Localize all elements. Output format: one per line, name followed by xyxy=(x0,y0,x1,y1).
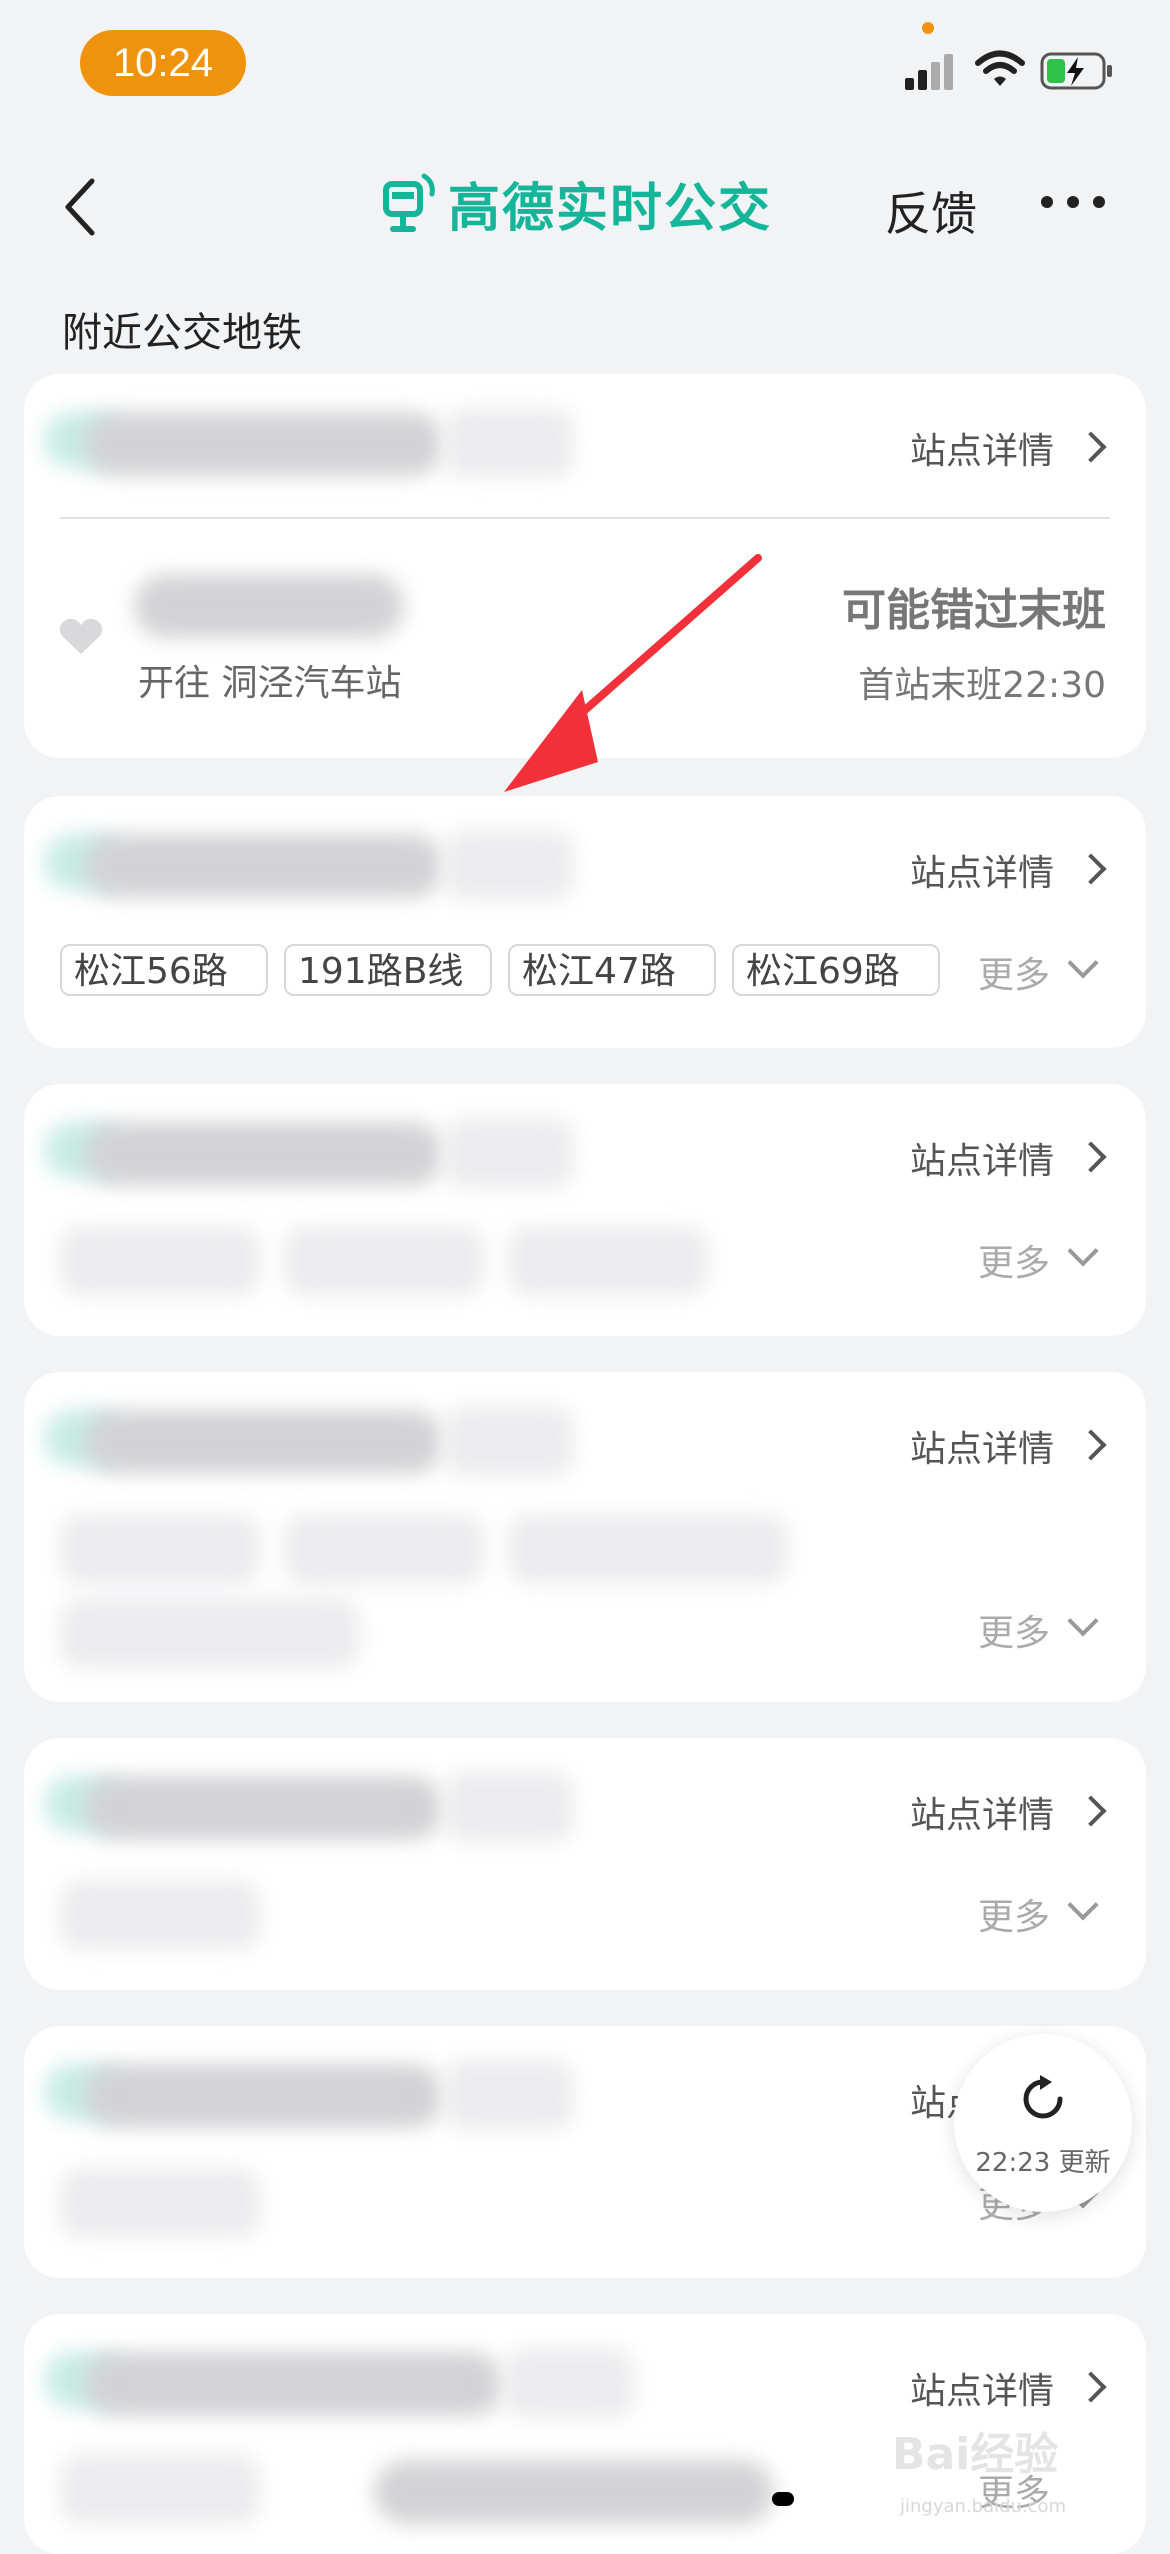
chevron-right-icon xyxy=(1075,1429,1107,1461)
section-title: 附近公交地铁 xyxy=(62,310,302,356)
route-chip[interactable]: 松江56路 xyxy=(60,944,268,996)
station-card[interactable]: 站点详情 更多 xyxy=(24,1738,1146,1990)
last-bus-time: 首站末班22:30 xyxy=(858,665,1106,706)
station-name-blurred xyxy=(84,1122,444,1186)
chevron-right-icon xyxy=(1075,2371,1107,2403)
route-chip-blurred xyxy=(60,1514,260,1584)
station-detail-link[interactable]: 站点详情 xyxy=(910,1420,1054,1472)
refresh-button[interactable]: 22:23 更新 xyxy=(954,2034,1132,2212)
feedback-button[interactable]: 反馈 xyxy=(885,178,977,244)
route-chip-blurred xyxy=(60,1880,260,1950)
watermark-text: Bai经验 xyxy=(892,2429,1059,2480)
route-chip[interactable]: 松江69路 xyxy=(732,944,940,996)
watermark-url: jingyan.baidu.com xyxy=(900,2496,1067,2517)
route-chip[interactable]: 191路B线 xyxy=(284,944,492,996)
chevron-down-icon xyxy=(1067,947,1099,979)
back-arrow-icon[interactable] xyxy=(60,175,100,239)
station-detail-link[interactable]: 站点详情 xyxy=(910,1132,1054,1184)
battery-charging-icon xyxy=(1040,52,1112,90)
station-detail-link[interactable]: 站点详情 xyxy=(910,1786,1054,1838)
route-name-blurred xyxy=(134,574,404,638)
divider xyxy=(60,517,1110,519)
cellular-signal-icon xyxy=(905,54,953,90)
route-chip-blurred xyxy=(374,2460,774,2524)
missed-last-bus-warning: 可能错过末班 xyxy=(842,585,1106,636)
chevron-right-icon xyxy=(1075,431,1107,463)
route-chip-blurred xyxy=(284,1514,484,1584)
route-chip-blurred xyxy=(508,1514,788,1584)
route-chip-blurred xyxy=(60,2454,260,2524)
route-chip-blurred xyxy=(60,1598,360,1668)
station-name-blurred xyxy=(84,2352,504,2416)
more-routes-toggle[interactable]: 更多 xyxy=(978,946,1050,998)
station-detail-link[interactable]: 站点详情 xyxy=(910,422,1054,474)
route-chip-blurred xyxy=(60,2168,260,2238)
chevron-right-icon xyxy=(1075,1795,1107,1827)
chevron-right-icon xyxy=(1075,1141,1107,1173)
more-options-icon[interactable] xyxy=(1040,195,1106,209)
route-destination: 开往 洞泾汽车站 xyxy=(138,663,402,704)
station-name-blurred xyxy=(84,1776,444,1840)
status-time: 10:24 xyxy=(80,30,246,96)
station-name-blurred xyxy=(84,412,444,476)
station-card[interactable]: 站点详情 更多 xyxy=(24,1084,1146,1336)
station-card[interactable]: 站点详情 更多 xyxy=(24,1372,1146,1702)
chevron-down-icon xyxy=(1067,1889,1099,1921)
station-name-blurred xyxy=(84,834,444,898)
chevron-down-icon xyxy=(1067,1605,1099,1637)
annotation-arrow-icon xyxy=(504,554,762,792)
station-name-blurred xyxy=(84,1410,444,1474)
app-brand: 高德实时公交 xyxy=(380,168,773,239)
station-detail-link[interactable]: 站点详情 xyxy=(910,844,1054,896)
route-chip[interactable]: 松江47路 xyxy=(508,944,716,996)
more-routes-toggle[interactable]: 更多 xyxy=(978,1888,1050,1940)
chevron-down-icon xyxy=(1067,1235,1099,1267)
refresh-icon xyxy=(1023,2075,1063,2119)
route-chip-blurred xyxy=(508,1226,708,1296)
page-title: 高德实时公交 xyxy=(448,178,773,239)
privacy-indicator-dot xyxy=(922,22,934,34)
station-detail-link[interactable]: 站点详情 xyxy=(910,2362,1054,2414)
home-indicator-fragment xyxy=(772,2492,794,2506)
route-chip-blurred xyxy=(284,1226,484,1296)
more-routes-toggle[interactable]: 更多 xyxy=(978,1604,1050,1656)
refresh-time: 22:23 更新 xyxy=(975,2148,1111,2178)
more-routes-toggle[interactable]: 更多 xyxy=(978,1234,1050,1286)
favorite-heart-icon[interactable] xyxy=(58,616,104,656)
chevron-right-icon xyxy=(1075,853,1107,885)
station-name-blurred xyxy=(84,2064,444,2128)
station-card[interactable]: 站点详情 松江56路 191路B线 松江47路 松江69路 更多 xyxy=(24,796,1146,1048)
wifi-icon xyxy=(975,50,1025,86)
route-chip-blurred xyxy=(60,1226,260,1296)
bus-stop-logo-icon xyxy=(383,173,435,232)
